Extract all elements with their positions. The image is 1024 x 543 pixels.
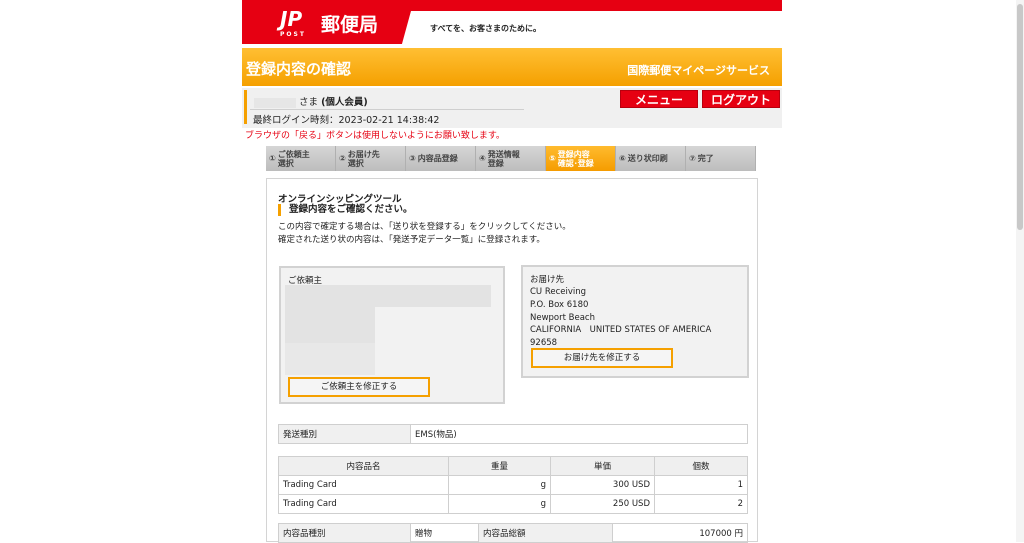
post-logo-text: POST: [280, 31, 306, 38]
service-name: 国際郵便マイページサービス: [627, 64, 770, 77]
recipient-name: CU Receiving: [530, 287, 587, 297]
user-divider: [250, 109, 524, 110]
redacted-sender-address: [285, 307, 375, 343]
item-price: 300 USD: [550, 475, 655, 495]
recipient-label: お届け先: [530, 275, 565, 285]
redacted-sender-name: [285, 285, 491, 307]
recipient-address: CU Receiving P.O. Box 6180 Newport Beach…: [530, 286, 711, 350]
step-3: ③ 内容品登録: [406, 146, 476, 171]
items-table: 内容品名 重量 単価 個数 Trading Card g 300 USD 1 T…: [278, 456, 748, 514]
user-name: さま (個人会員): [254, 94, 368, 108]
table-header-row: 内容品名 重量 単価 個数: [278, 456, 748, 476]
step-5: ⑤ 登録内容 確認･登録: [546, 146, 616, 171]
step-1: ① ご依頼主 選択: [266, 146, 336, 171]
page: JP POST 郵便局 すべてを、お客さまのために。 登録内容の確認 国際郵便マ…: [242, 0, 782, 543]
edit-sender-button[interactable]: ご依頼主を修正する: [288, 377, 430, 397]
user-info: さま (個人会員) 最終ログイン時刻：2023-02-21 14:38:42 メ…: [242, 88, 782, 128]
back-button-warning: ブラウザの「戻る」ボタンは使用しないようにお願い致します。: [245, 131, 505, 141]
logout-button[interactable]: ログアウト: [702, 90, 780, 108]
tagline: すべてを、お客さまのために。: [430, 24, 541, 33]
header-quantity: 個数: [654, 456, 748, 476]
totals-table: 内容品種別 贈物 内容品総額 107000 円: [278, 523, 748, 543]
table-row: Trading Card g 300 USD 1: [278, 475, 748, 495]
user-accent-bar: [244, 90, 247, 124]
step-number: ④: [479, 154, 486, 163]
total-value-label: 内容品総額: [478, 523, 613, 543]
item-name: Trading Card: [278, 475, 449, 495]
shipping-type-table: 発送種別 EMS(物品): [278, 424, 748, 444]
honorific: さま: [299, 97, 319, 108]
content-type-label: 内容品種別: [278, 523, 411, 543]
instructions: この内容で確定する場合は、「送り状を登録する」をクリックしてください。 確定され…: [278, 221, 571, 247]
instruction-line-2: 確定された送り状の内容は、「発送予定データ一覧」に登録されます。: [278, 235, 545, 245]
item-qty: 2: [654, 494, 748, 514]
last-login-value: 2023-02-21 14:38:42: [338, 115, 440, 126]
header-weight: 重量: [448, 456, 551, 476]
page-title: 登録内容の確認: [246, 60, 352, 78]
progress-steps: ① ご依頼主 選択 ② お届け先 選択 ③ 内容品登録 ④ 発送情報 登録 ⑤ 登録内容 確認･登…: [266, 146, 756, 171]
sender-box: ご依頼主 ご依頼主を修正する: [279, 266, 505, 404]
step-6: ⑥ 送り状印刷: [616, 146, 686, 171]
header-unit-price: 単価: [550, 456, 655, 476]
redacted-user-name: [254, 97, 296, 108]
step-label: 完了: [697, 154, 714, 163]
item-weight: g: [448, 475, 551, 495]
recipient-box: お届け先 CU Receiving P.O. Box 6180 Newport …: [521, 265, 749, 378]
last-login: 最終ログイン時刻：2023-02-21 14:38:42: [253, 112, 439, 126]
last-login-label: 最終ログイン時刻：: [253, 115, 339, 126]
confirm-heading: 登録内容をご確認ください。: [278, 204, 413, 216]
step-number: ②: [339, 154, 346, 163]
shipping-type-value: EMS(物品): [410, 424, 748, 444]
table-row: 内容品種別 贈物 内容品総額 107000 円: [278, 523, 748, 543]
total-value: 107000 円: [612, 523, 748, 543]
step-label: 送り状印刷: [627, 154, 668, 163]
item-name: Trading Card: [278, 494, 449, 514]
step-2: ② お届け先 選択: [336, 146, 406, 171]
site-header: JP POST 郵便局 すべてを、お客さまのために。: [242, 0, 782, 44]
step-7: ⑦ 完了: [686, 146, 756, 171]
step-label: 発送情報 登録: [487, 149, 520, 168]
redacted-sender-zip: [285, 343, 375, 375]
step-label: ご依頼主 選択: [277, 149, 310, 168]
title-bar: 登録内容の確認 国際郵便マイページサービス: [242, 48, 782, 86]
header-item-name: 内容品名: [278, 456, 449, 476]
step-number: ⑥: [619, 154, 626, 163]
member-type: (個人会員): [321, 97, 368, 108]
table-row: 発送種別 EMS(物品): [278, 424, 748, 444]
item-price: 250 USD: [550, 494, 655, 514]
item-qty: 1: [654, 475, 748, 495]
content-type-value: 贈物: [410, 523, 479, 543]
recipient-state-country: CALIFORNIA UNITED STATES OF AMERICA: [530, 325, 712, 336]
recipient-city: Newport Beach: [530, 312, 595, 323]
instruction-line-1: この内容で確定する場合は、「送り状を登録する」をクリックしてください。: [278, 222, 571, 232]
post-office-name: 郵便局: [321, 14, 379, 36]
confirmation-card: オンラインシッピングツール 登録内容をご確認ください。 この内容で確定する場合は…: [266, 178, 758, 543]
table-row: Trading Card g 250 USD 2: [278, 494, 748, 514]
step-number: ①: [269, 154, 276, 163]
page-scrollbar[interactable]: [1016, 0, 1024, 542]
step-number: ⑤: [549, 154, 556, 163]
item-weight: g: [448, 494, 551, 514]
recipient-line1: P.O. Box 6180: [530, 299, 589, 310]
edit-recipient-button[interactable]: お届け先を修正する: [531, 348, 673, 368]
step-number: ⑦: [689, 154, 696, 163]
scrollbar-thumb[interactable]: [1017, 4, 1023, 230]
menu-button[interactable]: メニュー: [620, 90, 698, 108]
japan-post-logo[interactable]: JP POST 郵便局: [242, 0, 414, 44]
step-4: ④ 発送情報 登録: [476, 146, 546, 171]
tool-title: オンラインシッピングツール: [278, 194, 402, 205]
shipping-type-label: 発送種別: [278, 424, 411, 444]
step-label: 登録内容 確認･登録: [557, 149, 594, 168]
step-label: お届け先 選択: [347, 149, 380, 168]
step-number: ③: [409, 154, 416, 163]
step-label: 内容品登録: [417, 154, 458, 163]
